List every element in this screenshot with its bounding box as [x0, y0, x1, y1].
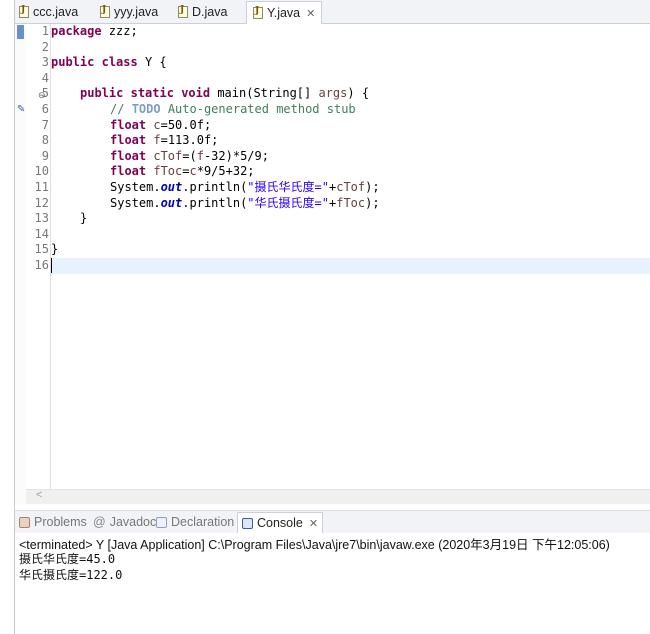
code-line-5: public static void main(String[] args) {	[80, 86, 370, 101]
line-number: 2	[41, 39, 49, 54]
overview-ruler: ✎	[15, 24, 26, 504]
tab-label: yyy.java	[114, 4, 159, 19]
line-number: 11	[34, 180, 49, 194]
tab-label: D.java	[192, 4, 228, 19]
bookmark-marker	[17, 25, 24, 39]
task-marker-icon: ✎	[17, 104, 26, 115]
fold-collapse-icon[interactable]: ⊖	[38, 90, 46, 101]
tab-d-java[interactable]: D.java	[178, 1, 227, 22]
code-line-6: // TODO Auto-generated method stub	[110, 102, 356, 116]
java-file-icon	[19, 5, 29, 18]
console-output-line: 华氏摄氏度=122.0	[19, 568, 123, 582]
line-number: 1	[41, 24, 49, 38]
horizontal-scrollbar[interactable]: <	[26, 489, 650, 504]
code-line-10: float fToc=c*9/5+32;	[110, 164, 255, 179]
window-left-frame	[0, 0, 15, 634]
tab-label: Y.java	[267, 6, 301, 20]
line-number: 14	[34, 226, 49, 241]
code-line-8: float f=113.0f;	[110, 133, 219, 148]
code-line-9: float cTof=(f-32)*5/9;	[110, 148, 269, 163]
at-sign-icon: @	[93, 515, 106, 529]
line-number: 8	[41, 133, 49, 148]
line-number: 4	[41, 70, 49, 85]
close-icon[interactable]: ✕	[309, 517, 318, 530]
code-line-1: package zzz;	[51, 24, 138, 38]
code-line-3: public class Y {	[51, 55, 167, 70]
tab-declaration[interactable]: Declaration	[156, 513, 234, 531]
code-text-area[interactable]: package zzz; public class Y { public sta…	[50, 24, 650, 504]
java-file-icon	[178, 5, 188, 18]
code-line-15: }	[51, 242, 59, 257]
code-line-12: System.out.println("华氏摄氏度="+fToc);	[110, 195, 380, 210]
line-number: 10	[34, 164, 49, 179]
tab-javadoc[interactable]: @ Javadoc	[93, 513, 156, 531]
tab-console[interactable]: Console ✕	[237, 512, 324, 533]
problems-icon	[19, 516, 30, 528]
tab-problems[interactable]: Problems	[19, 513, 87, 531]
current-line-highlight	[51, 258, 650, 274]
line-number: 13	[34, 211, 49, 226]
close-icon[interactable]: ✕	[306, 7, 315, 20]
line-number: 7	[41, 117, 49, 132]
java-file-icon	[253, 6, 263, 19]
console-view[interactable]: <terminated> Y [Java Application] C:\Pro…	[15, 533, 650, 634]
bottom-view-tab-bar: Problems @ Javadoc Declaration Console ✕	[15, 510, 650, 534]
code-line-11: System.out.println("摄氏华氏度="+cTof);	[110, 180, 380, 194]
tab-y-java[interactable]: Y.java ✕	[246, 1, 323, 24]
tab-yyy-java[interactable]: yyy.java	[100, 1, 158, 22]
text-cursor	[51, 258, 52, 273]
scroll-left-icon[interactable]: <	[36, 489, 42, 501]
code-editor[interactable]: ✎ 1 2 3 4 5 6 7 8 9 10 11 12 13 14 15 16…	[15, 24, 650, 504]
tab-label: ccc.java	[33, 4, 79, 19]
console-icon	[242, 517, 253, 529]
code-line-7: float c=50.0f;	[110, 117, 212, 132]
tab-ccc-java[interactable]: ccc.java	[19, 1, 78, 22]
declaration-icon	[156, 516, 167, 528]
line-number: 9	[41, 148, 49, 163]
line-number: 6	[41, 102, 49, 116]
editor-tab-bar: ccc.java yyy.java D.java Y.java ✕	[15, 0, 650, 24]
line-number: 12	[34, 195, 49, 210]
console-output-line: 摄氏华氏度=45.0	[19, 552, 116, 566]
java-file-icon	[100, 5, 110, 18]
line-number: 15	[34, 242, 49, 257]
code-line-13: }	[80, 211, 88, 226]
line-number: 3	[41, 55, 49, 70]
line-number: 16	[34, 258, 49, 272]
